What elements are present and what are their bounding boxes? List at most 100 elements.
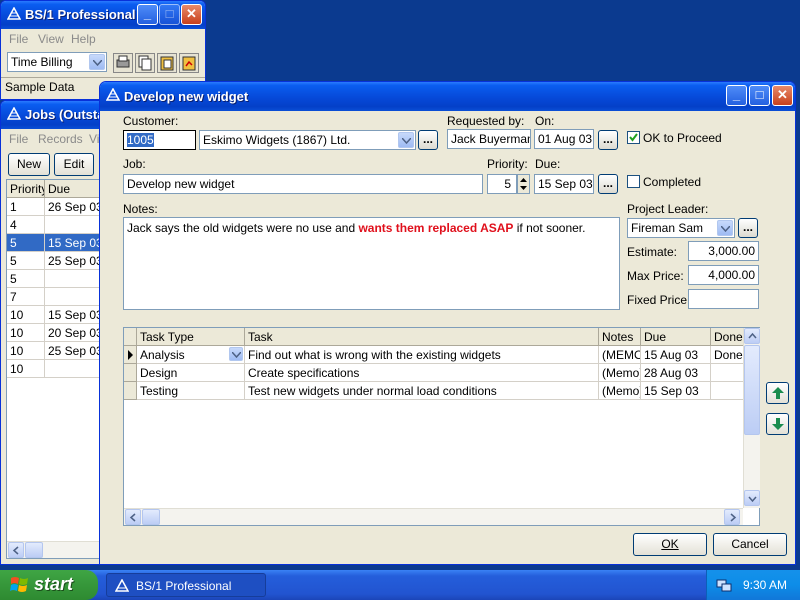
move-task-up-button[interactable] <box>766 382 789 404</box>
task-row-done[interactable]: Done <box>711 346 744 364</box>
on-date-input[interactable]: 01 Aug 03 <box>534 129 594 149</box>
task-row-due[interactable]: 28 Aug 03 <box>641 364 711 382</box>
task-row-due[interactable]: 15 Aug 03 <box>641 346 711 364</box>
edit-job-button[interactable]: Edit <box>54 153 94 176</box>
menu-view[interactable]: View <box>38 32 64 46</box>
ok-to-proceed-checkbox[interactable] <box>627 131 640 144</box>
scroll-up-button[interactable] <box>744 328 760 344</box>
jobs-row-priority[interactable]: 10 <box>7 324 45 342</box>
bs1-titlebar[interactable]: BS/1 Professional _ □ ✕ <box>1 1 205 29</box>
scroll-left-button[interactable] <box>125 509 141 525</box>
priority-stepper[interactable]: 5 <box>487 174 517 194</box>
jobs-row-priority[interactable]: 1 <box>7 198 45 216</box>
tasks-col-done[interactable]: Done <box>711 328 744 346</box>
task-row-type[interactable]: Testing <box>137 382 245 400</box>
menu-file[interactable]: File <box>9 132 28 146</box>
jobs-row-priority[interactable]: 5 <box>7 234 45 252</box>
chevron-down-icon[interactable] <box>717 220 733 236</box>
jobs-row-priority[interactable]: 10 <box>7 342 45 360</box>
ok-button[interactable]: OK <box>633 533 707 556</box>
toolbar-print-button[interactable] <box>113 53 133 73</box>
menu-help[interactable]: Help <box>71 32 96 46</box>
menu-file[interactable]: File <box>9 32 28 46</box>
jobs-col-priority[interactable]: Priority <box>7 180 45 198</box>
tasks-hscrollbar[interactable] <box>124 508 743 525</box>
project-leader-lookup-button[interactable]: ... <box>738 218 758 238</box>
ok-to-proceed-label[interactable]: OK to Proceed <box>643 131 722 145</box>
tasks-vscrollbar[interactable] <box>743 328 760 508</box>
menu-records[interactable]: Records <box>38 132 83 146</box>
task-row-notes[interactable]: (Memo) <box>599 382 641 400</box>
due-date-picker-button[interactable]: ... <box>598 174 618 194</box>
project-leader-select[interactable]: Fireman Sam <box>627 218 735 238</box>
chevron-down-icon[interactable] <box>229 347 243 361</box>
toolbar-paste-button[interactable] <box>157 53 177 73</box>
maximize-button[interactable]: □ <box>749 85 770 106</box>
task-row-indicator[interactable] <box>124 346 137 364</box>
task-row-type[interactable]: Analysis <box>137 346 245 364</box>
completed-label[interactable]: Completed <box>643 175 701 189</box>
customer-lookup-button[interactable]: ... <box>418 130 438 150</box>
chevron-down-icon[interactable] <box>89 54 105 70</box>
jobs-row-priority[interactable]: 10 <box>7 306 45 324</box>
scroll-thumb[interactable] <box>744 345 760 435</box>
move-task-down-button[interactable] <box>766 413 789 435</box>
taskbar-item-bs1[interactable]: BS/1 Professional <box>106 573 266 597</box>
minimize-button[interactable]: _ <box>726 85 747 106</box>
notes-textarea[interactable]: Jack says the old widgets were no use an… <box>123 217 620 310</box>
task-row-type[interactable]: Design <box>137 364 245 382</box>
max-price-input[interactable]: 4,000.00 <box>688 265 759 285</box>
tasks-col-due[interactable]: Due <box>641 328 711 346</box>
jobs-hscrollbar[interactable] <box>7 541 109 558</box>
customer-code-input[interactable]: 1005 <box>123 130 196 150</box>
due-date-input[interactable]: 15 Sep 03 <box>534 174 594 194</box>
jobs-titlebar[interactable]: Jobs (Outsta <box>1 101 109 129</box>
task-row-task[interactable]: Create specifications <box>245 364 599 382</box>
scroll-thumb[interactable] <box>142 509 160 525</box>
cancel-button[interactable]: Cancel <box>713 533 787 556</box>
jobs-row-priority[interactable]: 7 <box>7 288 45 306</box>
tasks-col-task[interactable]: Task <box>245 328 599 346</box>
minimize-button[interactable]: _ <box>137 4 158 25</box>
maximize-button[interactable]: □ <box>159 4 180 25</box>
completed-checkbox[interactable] <box>627 175 640 188</box>
toolbar-report-button[interactable] <box>179 53 199 73</box>
estimate-input[interactable]: 3,000.00 <box>688 241 759 261</box>
scroll-down-button[interactable] <box>744 490 760 506</box>
priority-spin-buttons[interactable] <box>517 174 530 194</box>
task-row-due[interactable]: 15 Sep 03 <box>641 382 711 400</box>
fixed-price-input[interactable] <box>688 289 759 309</box>
chevron-down-icon[interactable] <box>398 132 414 148</box>
tasks-col-type[interactable]: Task Type <box>137 328 245 346</box>
task-row-indicator[interactable] <box>124 382 137 400</box>
task-row-done[interactable] <box>711 364 744 382</box>
close-button[interactable]: ✕ <box>772 85 793 106</box>
customer-name-select[interactable]: Eskimo Widgets (1867) Ltd. <box>199 130 416 150</box>
scroll-right-button[interactable] <box>724 509 740 525</box>
scroll-thumb[interactable] <box>25 542 43 558</box>
new-job-button[interactable]: New <box>8 153 50 176</box>
requested-by-input[interactable]: Jack Buyerman <box>447 129 531 149</box>
network-icon[interactable] <box>716 577 732 593</box>
scroll-left-button[interactable] <box>8 542 24 558</box>
task-row-notes[interactable]: (MEMO <box>599 346 641 364</box>
menu-view[interactable]: Vi <box>89 132 99 146</box>
on-date-picker-button[interactable]: ... <box>598 130 618 150</box>
close-button[interactable]: ✕ <box>181 4 202 25</box>
task-row-indicator[interactable] <box>124 364 137 382</box>
task-row-done[interactable] <box>711 382 744 400</box>
clock[interactable]: 9:30 AM <box>743 578 787 592</box>
spin-up-icon[interactable] <box>518 175 529 184</box>
jobs-row-priority[interactable]: 4 <box>7 216 45 234</box>
toolbar-copy-button[interactable] <box>135 53 155 73</box>
jobs-row-priority[interactable]: 5 <box>7 270 45 288</box>
dialog-titlebar[interactable]: Develop new widget _ □ ✕ <box>100 82 795 111</box>
jobs-row-priority[interactable]: 5 <box>7 252 45 270</box>
task-row-task[interactable]: Test new widgets under normal load condi… <box>245 382 599 400</box>
task-row-notes[interactable]: (Memo) <box>599 364 641 382</box>
jobs-row-priority[interactable]: 10 <box>7 360 45 378</box>
start-button[interactable]: start <box>0 570 98 600</box>
job-input[interactable]: Develop new widget <box>123 174 483 194</box>
module-select[interactable]: Time Billing <box>7 52 107 72</box>
tasks-col-notes[interactable]: Notes <box>599 328 641 346</box>
